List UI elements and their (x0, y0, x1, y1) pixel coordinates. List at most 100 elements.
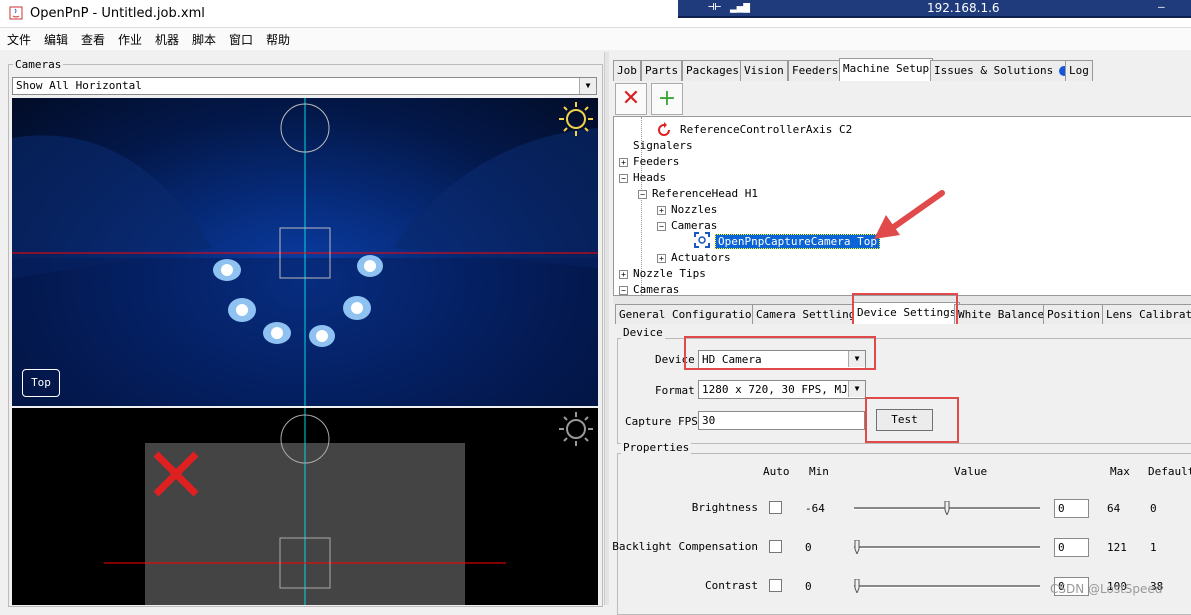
collapse-icon[interactable]: − (657, 222, 666, 231)
menu-help[interactable]: 帮助 (266, 31, 290, 48)
pin-icon[interactable]: ⊣⊢ (708, 0, 721, 13)
menu-window[interactable]: 窗口 (229, 31, 253, 48)
tree-item-nozzles[interactable]: Nozzles (671, 203, 717, 216)
chevron-down-icon: ▼ (848, 381, 865, 397)
property-name: Brightness (691, 501, 758, 514)
camera-view-value: Show All Horizontal (16, 79, 142, 92)
format-select[interactable]: 1280 x 720, 30 FPS, MJPG ▼ (698, 380, 866, 399)
menu-file[interactable]: 文件 (7, 31, 31, 48)
expand-icon[interactable]: + (657, 254, 666, 263)
tree-item-cameras-root[interactable]: Cameras (633, 283, 679, 295)
property-min: 0 (805, 541, 812, 554)
menu-edit[interactable]: 编辑 (44, 31, 68, 48)
property-min: -64 (805, 502, 825, 515)
tree-item-feeders[interactable]: Feeders (633, 155, 679, 168)
watermark-text: CSDN @LostSpeed (1050, 582, 1163, 596)
annotation-box (865, 397, 959, 443)
tree-item-heads[interactable]: Heads (633, 171, 666, 184)
auto-checkbox[interactable] (769, 579, 782, 592)
tab-log[interactable]: Log (1065, 60, 1093, 81)
camera-feed-image (12, 98, 598, 406)
tab-machine-setup[interactable]: Machine Setup (839, 58, 934, 81)
top-camera-view[interactable] (12, 98, 598, 406)
header-value: Value (954, 465, 988, 478)
expand-icon[interactable]: + (657, 206, 666, 215)
minimize-icon[interactable]: — (1158, 0, 1165, 13)
collapse-icon[interactable]: − (619, 174, 628, 183)
properties-legend: Properties (621, 441, 692, 454)
capture-fps-input[interactable]: 30 (698, 411, 865, 430)
tab-job[interactable]: Job (613, 60, 641, 81)
tree-item-cameras[interactable]: Cameras (671, 219, 717, 232)
plus-icon: + (657, 86, 677, 111)
tab-lens-calibration[interactable]: Lens Calibratio (1102, 304, 1191, 325)
cameras-legend: Cameras (13, 58, 64, 71)
remote-ip: 192.168.1.6 (927, 1, 1000, 15)
collapse-icon[interactable]: − (619, 286, 628, 295)
annotation-box (684, 336, 876, 370)
tab-camera-settling[interactable]: Camera Settling (752, 304, 860, 325)
tree-item-selected-camera[interactable]: OpenPnpCaptureCamera Top (715, 234, 880, 249)
no-camera-x-icon (153, 451, 199, 497)
tab-feeders[interactable]: Feeders (788, 60, 843, 81)
close-icon: ✕ (621, 86, 641, 111)
slider-thumb[interactable] (854, 579, 860, 593)
slider-thumb[interactable] (854, 540, 860, 554)
property-default: 1 (1150, 541, 1157, 554)
tab-issues-solutions[interactable]: Issues & Solutions (930, 60, 1075, 81)
header-min: Min (809, 465, 829, 478)
property-value-input[interactable]: 0 (1054, 499, 1089, 518)
sun-icon[interactable] (557, 100, 595, 138)
property-row: Backlight Compensation 0 0 121 1 (612, 538, 1191, 560)
property-value-input[interactable]: 0 (1054, 538, 1089, 557)
tab-issues-label: Issues & Solutions (934, 64, 1054, 77)
tab-general-configuration[interactable]: General Configuration (615, 304, 763, 325)
chevron-down-icon: ▼ (579, 78, 596, 94)
tree-item-head-h1[interactable]: ReferenceHead H1 (652, 187, 758, 200)
camera-focus-icon (694, 232, 710, 248)
menu-machine[interactable]: 机器 (155, 31, 179, 48)
add-button[interactable]: + (651, 83, 683, 115)
expand-icon[interactable]: + (619, 158, 628, 167)
tab-packages[interactable]: Packages (682, 60, 743, 81)
tab-parts[interactable]: Parts (641, 60, 683, 81)
menu-view[interactable]: 查看 (81, 31, 105, 48)
tab-vision[interactable]: Vision (740, 60, 788, 81)
property-name: Contrast (705, 579, 758, 592)
camera-placeholder (104, 408, 506, 605)
tab-white-balance[interactable]: White Balance (954, 304, 1049, 325)
menu-script[interactable]: 脚本 (192, 31, 216, 48)
property-name: Backlight Compensation (612, 540, 758, 553)
remote-desktop-bar: ⊣⊢ ▂▄▆ 192.168.1.6 — (678, 0, 1191, 18)
tree-item-signalers[interactable]: Signalers (633, 139, 693, 152)
bottom-camera-view[interactable] (12, 408, 598, 605)
menu-bar: 文件 编辑 查看 作业 机器 脚本 窗口 帮助 (0, 28, 1191, 50)
property-slider[interactable] (854, 585, 1040, 588)
header-max: Max (1110, 465, 1130, 478)
signal-icon: ▂▄▆ (730, 0, 750, 13)
property-slider[interactable] (854, 546, 1040, 549)
tree-item-axis-c2[interactable]: ReferenceControllerAxis C2 (680, 123, 852, 136)
collapse-icon[interactable]: − (638, 190, 647, 199)
property-min: 0 (805, 580, 812, 593)
expand-icon[interactable]: + (619, 270, 628, 279)
auto-checkbox[interactable] (769, 540, 782, 553)
property-max: 64 (1107, 502, 1121, 515)
annotation-arrow-icon (874, 190, 945, 239)
tab-position[interactable]: Position (1043, 304, 1104, 325)
camera-name-badge: Top (22, 369, 60, 397)
slider-thumb[interactable] (944, 501, 950, 515)
device-legend: Device (621, 326, 665, 339)
menu-job[interactable]: 作业 (118, 31, 142, 48)
axis-rotate-icon (658, 122, 670, 136)
auto-checkbox[interactable] (769, 501, 782, 514)
tree-item-actuators[interactable]: Actuators (671, 251, 731, 264)
tree-item-nozzle-tips[interactable]: Nozzle Tips (633, 267, 706, 280)
window-title: OpenPnP - Untitled.job.xml (30, 6, 205, 21)
property-max: 121 (1107, 541, 1127, 554)
delete-button[interactable]: ✕ (615, 83, 647, 115)
split-divider[interactable] (604, 52, 609, 605)
sun-icon[interactable] (557, 410, 595, 448)
java-app-icon (9, 6, 23, 20)
camera-view-select[interactable]: Show All Horizontal ▼ (12, 77, 597, 95)
